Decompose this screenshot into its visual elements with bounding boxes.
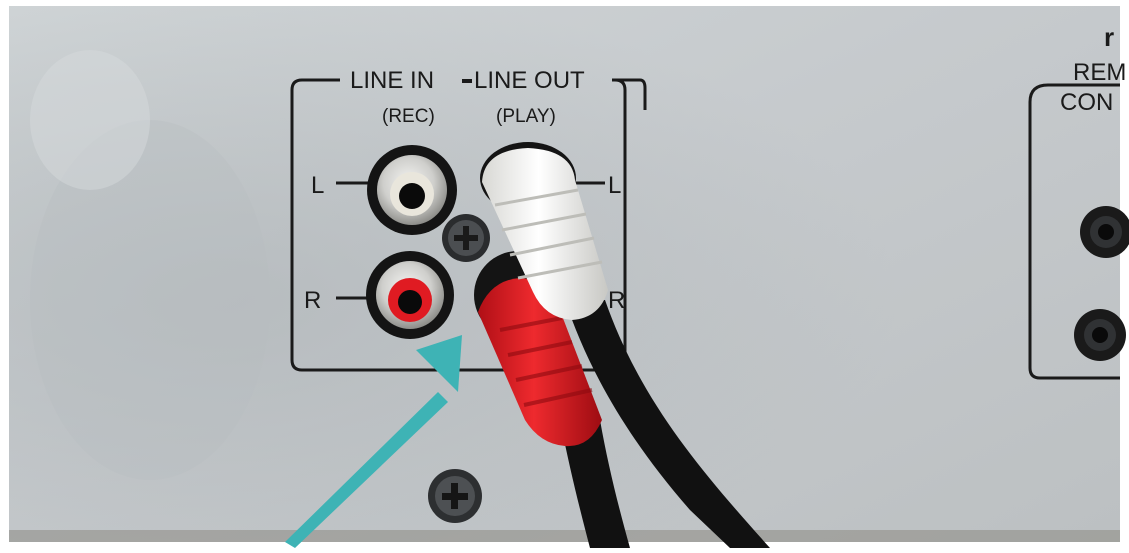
left-out-label: L: [608, 172, 621, 199]
left-channel-label: L: [311, 172, 324, 199]
line-in-title: LINE IN: [350, 67, 434, 94]
panel-screw: [442, 214, 490, 262]
remote-jack-bottom: [1074, 309, 1126, 361]
remote-label-line1: REM: [1073, 59, 1126, 86]
rec-right-jack: [366, 251, 454, 339]
right-channel-label: R: [304, 287, 321, 314]
remote-top-glyph: r: [1104, 22, 1114, 52]
line-out-title: LINE OUT: [474, 67, 585, 94]
title-dash: [462, 79, 472, 83]
right-out-label: R: [608, 287, 625, 314]
photo-scene: LINE IN LINE OUT (REC) (PLAY) L R L R RE…: [0, 0, 1129, 548]
bottom-screw: [428, 469, 482, 523]
play-label: (PLAY): [496, 106, 556, 127]
rec-label: (REC): [382, 106, 435, 127]
remote-label-line2: CON: [1060, 89, 1113, 116]
device-rear-panel-photo: LINE IN LINE OUT (REC) (PLAY) L R L R RE…: [0, 0, 1129, 548]
rec-left-jack: [367, 145, 457, 235]
